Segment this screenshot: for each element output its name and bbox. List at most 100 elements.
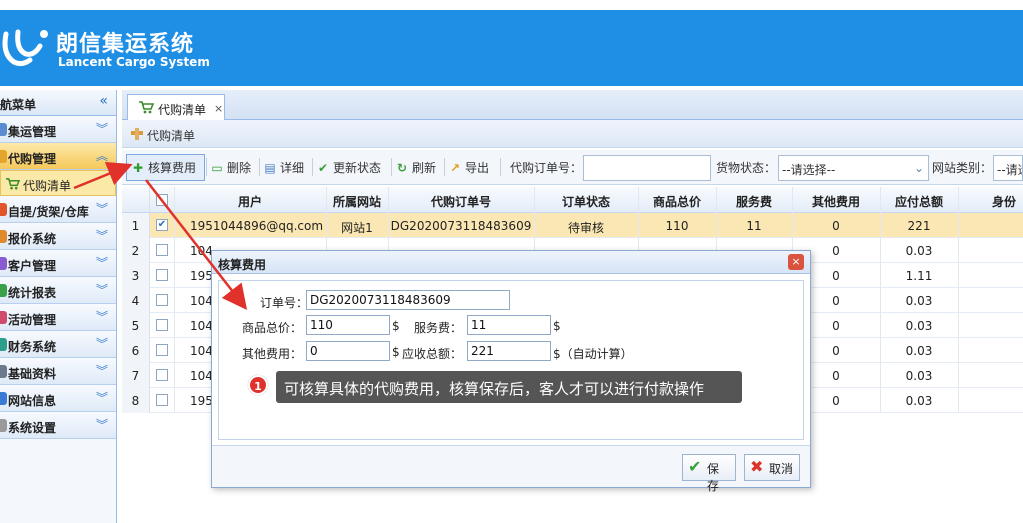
col-service-fee[interactable]: 服务费 [716, 193, 792, 210]
order-no-label: 代购订单号： [510, 161, 583, 175]
top-strip [0, 0, 1023, 10]
col-amount-payable[interactable]: 应付总额 [880, 193, 958, 210]
export-icon: ↗ [449, 161, 461, 175]
col-goods-total[interactable]: 商品总价 [638, 193, 716, 210]
dialog-title-bar: 核算费用 × [212, 251, 810, 274]
annotation-tooltip: 可核算具体的代购费用，核算保存后，客人才可以进行付款操作 [276, 371, 742, 403]
chevron-down-icon[interactable]: ︾ [96, 120, 108, 137]
row-number: 1 [122, 213, 150, 238]
cell-amount-payable: 0.03 [905, 244, 933, 258]
cancel-button[interactable]: ✖ 取消 [744, 454, 800, 481]
export-button[interactable]: ↗ 导出 [448, 159, 489, 176]
sidebar-item[interactable]: 统计报表 ︾ [0, 277, 116, 304]
order-no-input[interactable] [583, 155, 711, 181]
sidebar-item[interactable]: 网站信息 ︾ [0, 385, 116, 412]
chevron-down-icon[interactable]: ︾ [96, 335, 108, 352]
goods-status-select[interactable]: --请选择-- ⌄ [778, 155, 929, 181]
logo-icon [2, 29, 48, 67]
cell-user: 1951044896@qq.com [190, 219, 324, 233]
detail-button[interactable]: ▤ 详细 [263, 159, 304, 176]
chevron-down-icon[interactable]: ︾ [96, 362, 108, 379]
col-order-no[interactable]: 代购订单号 [388, 193, 534, 210]
col-user[interactable]: 用户 [174, 193, 326, 210]
row-checkbox[interactable] [156, 294, 168, 306]
sidebar-item[interactable]: 报价系统 ︾ [0, 223, 116, 250]
check-icon: ✔ [688, 457, 702, 476]
sidebar-item-label: 财务系统 [8, 340, 57, 354]
receivable-input[interactable]: 221 [467, 341, 551, 361]
menu-icon [0, 284, 7, 297]
table-row[interactable]: 1 ✔ 1951044896@qq.com 网站1 DG2020073118483609… [122, 213, 1023, 238]
col-order-status[interactable]: 订单状态 [534, 193, 638, 210]
update-status-button[interactable]: ✔ 更新状态 [316, 159, 381, 176]
sidebar-header: 导航菜单 « [0, 90, 116, 116]
chevron-down-icon[interactable]: ︾ [96, 308, 108, 325]
cell-amount-payable: 0.03 [905, 294, 933, 308]
site-type-label: 网站类别： [932, 161, 993, 175]
tab-purchase-list[interactable]: 代购清单 × [127, 94, 225, 120]
chevron-down-icon[interactable]: ︾ [96, 227, 108, 244]
chevron-down-icon[interactable]: ︾ [96, 281, 108, 298]
row-checkbox[interactable] [156, 244, 168, 256]
sidebar: 导航菜单 « 集运管理 ︾ 代购管理 ︽ 代购清单自提/货架/仓库 ︾ 报价系统 ︾ 客户管理 ︾… [0, 90, 117, 523]
calculate-fee-button[interactable]: ✚ 核算费用 [131, 159, 196, 176]
chevron-down-icon[interactable]: ︾ [96, 254, 108, 271]
cell-goods-total: 110 [665, 219, 689, 233]
col-site[interactable]: 所属网站 [326, 193, 388, 210]
sidebar-item[interactable]: 系统设置 ︾ [0, 412, 116, 439]
sidebar-item-label: 活动管理 [8, 313, 57, 327]
col-identity[interactable]: 身份 [958, 193, 1023, 210]
sidebar-item[interactable]: 活动管理 ︾ [0, 304, 116, 331]
col-other-fee[interactable]: 其他费用 [792, 193, 880, 210]
calculate-fee-dialog: 核算费用 × 订单号： DG2020073118483609 商品总价： 110… [211, 250, 811, 493]
app-title: 朗信集运系统 [56, 32, 195, 57]
goods-total-input[interactable]: 110 [306, 315, 390, 335]
menu-icon [0, 230, 7, 243]
cart-icon [139, 101, 154, 114]
sidebar-item[interactable]: 客户管理 ︾ [0, 250, 116, 277]
save-button[interactable]: ✔ 保存 [682, 454, 736, 493]
chevron-up-icon[interactable]: ︽ [96, 147, 108, 164]
sidebar-item[interactable]: 代购管理 ︽ [0, 143, 116, 170]
cell-service-fee: 11 [746, 219, 762, 233]
sidebar-item[interactable]: 集运管理 ︾ [0, 116, 116, 143]
tab-close-icon[interactable]: × [214, 102, 223, 115]
row-checkbox[interactable] [156, 344, 168, 356]
minus-icon: ▭ [211, 161, 223, 175]
order-no-field[interactable]: DG2020073118483609 [306, 290, 510, 310]
delete-button[interactable]: ▭ 删除 [210, 159, 251, 176]
toolbar-divider [259, 158, 260, 176]
refresh-button[interactable]: ↻ 刷新 [395, 159, 436, 176]
menu-icon [0, 365, 7, 378]
service-fee-input[interactable]: 11 [467, 315, 551, 335]
sidebar-item-label: 报价系统 [8, 232, 57, 246]
toolbar-divider [391, 158, 392, 176]
row-checkbox[interactable] [156, 319, 168, 331]
panel-icon [131, 128, 143, 140]
auto-calc-note: $（自动计算） [553, 347, 633, 361]
document-icon: ▤ [264, 161, 276, 175]
service-fee-label: 服务费： [414, 321, 463, 335]
sidebar-item[interactable]: 财务系统 ︾ [0, 331, 116, 358]
collapse-icon[interactable]: « [99, 93, 108, 109]
row-number: 5 [122, 313, 150, 338]
sidebar-item-label: 网站信息 [8, 394, 57, 408]
site-type-select[interactable]: --请选 [993, 155, 1023, 181]
row-checkbox[interactable] [156, 394, 168, 406]
chevron-down-icon: ⌄ [913, 161, 924, 175]
sidebar-item[interactable]: 自提/货架/仓库 ︾ [0, 196, 116, 223]
row-checkbox[interactable] [156, 369, 168, 381]
chevron-down-icon[interactable]: ︾ [96, 200, 108, 217]
row-checkbox[interactable] [156, 269, 168, 281]
chevron-down-icon[interactable]: ︾ [96, 416, 108, 433]
order-no-field-label: 订单号： [260, 296, 309, 310]
select-all-checkbox[interactable] [156, 194, 168, 206]
row-checkbox[interactable]: ✔ [156, 219, 168, 231]
sidebar-subitem-purchase-list[interactable]: 代购清单 [0, 170, 116, 196]
dialog-close-icon[interactable]: × [788, 254, 804, 270]
sidebar-item[interactable]: 基础资料 ︾ [0, 358, 116, 385]
other-fee-input[interactable]: 0 [306, 341, 390, 361]
cell-amount-payable: 0.03 [905, 344, 933, 358]
chevron-down-icon[interactable]: ︾ [96, 389, 108, 406]
sidebar-item-label: 基础资料 [8, 367, 57, 381]
